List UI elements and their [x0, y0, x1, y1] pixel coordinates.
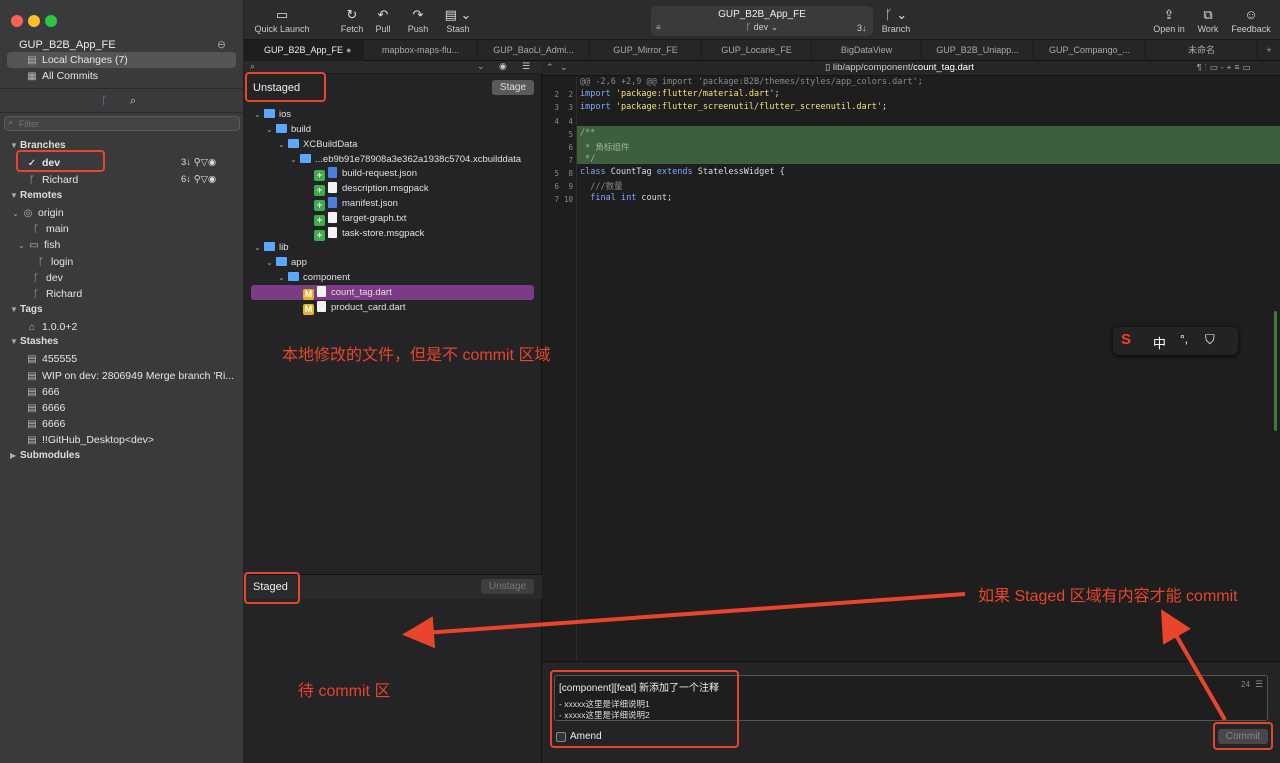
annotation-arrows [402, 592, 1227, 721]
arrow-to-staged [402, 592, 966, 649]
arrow-to-note [1161, 609, 1227, 721]
